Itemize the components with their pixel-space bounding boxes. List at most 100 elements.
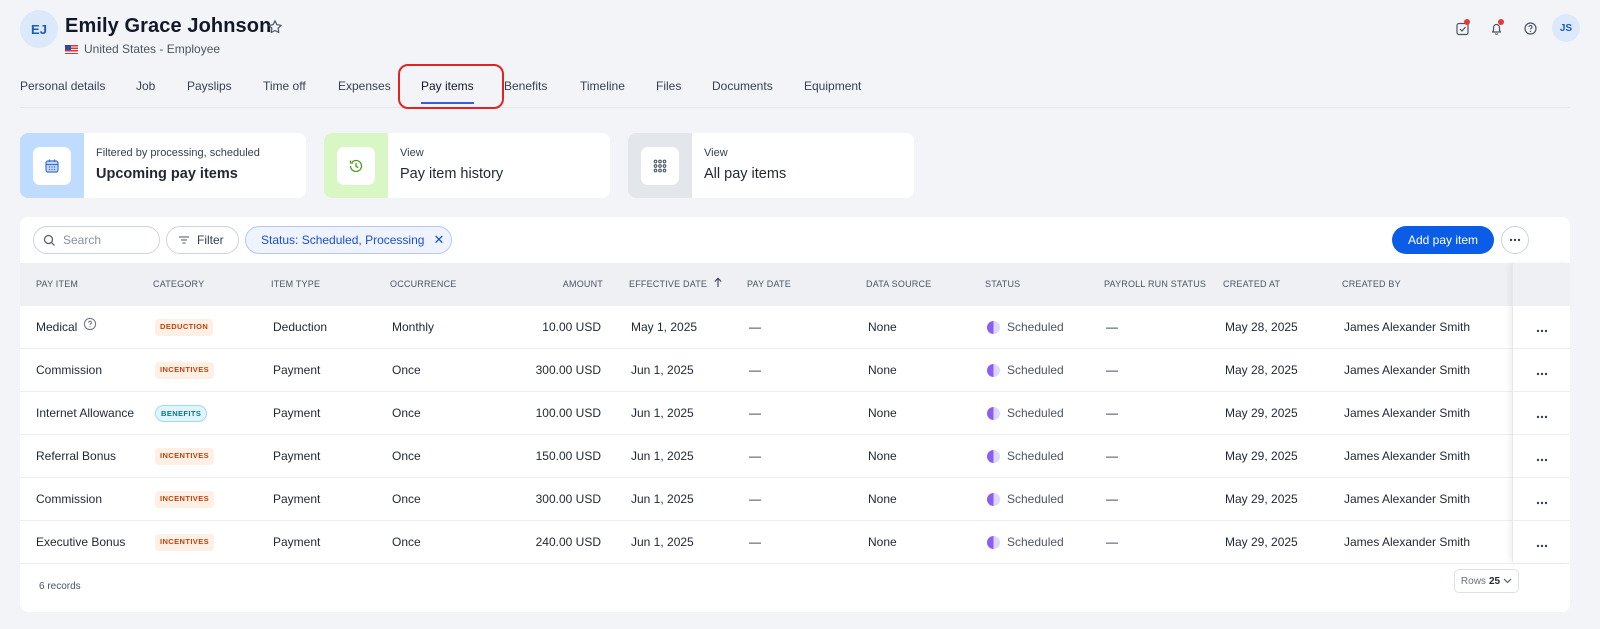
created-at-cell: May 29, 2025 — [1225, 492, 1298, 506]
category-badge: INCENTIVES — [155, 448, 215, 466]
amount-cell: 150.00 USD — [535, 449, 601, 463]
created-by-cell: James Alexander Smith — [1344, 320, 1471, 334]
tab-files[interactable]: Files — [656, 79, 681, 93]
item-type-cell: Deduction — [273, 320, 328, 334]
actions-column — [1512, 263, 1570, 562]
amount-cell: 100.00 USD — [535, 406, 601, 420]
column-header[interactable]: CREATED BY — [1342, 263, 1401, 306]
effective-date-cell: Jun 1, 2025 — [631, 492, 694, 506]
tab-pay-items[interactable]: Pay items — [421, 79, 474, 104]
status-filter-chip[interactable]: Status: Scheduled, Processing ✕ — [245, 226, 452, 254]
help-icon[interactable] — [83, 306, 97, 349]
card-subtitle: View — [704, 147, 728, 159]
table-body: Medical DEDUCTION Deduction Monthly 10.00 US… — [20, 306, 1570, 564]
upcoming-pay-items-card[interactable]: Filtered by processing, scheduled Upcomi… — [20, 133, 306, 198]
table-row[interactable]: Commission INCENTIVES Payment Once 300.00 US… — [20, 349, 1570, 392]
category-cell: BENEFITS — [155, 392, 208, 435]
payroll-run-status-cell: — — [1106, 363, 1118, 377]
payroll-run-status-cell: — — [1106, 449, 1118, 463]
column-header[interactable]: PAY ITEM — [36, 263, 78, 306]
occurrence-cell: Once — [392, 406, 421, 420]
data-source-cell: None — [868, 320, 897, 334]
item-type-cell: Payment — [273, 535, 321, 549]
column-header[interactable]: PAY DATE — [747, 263, 791, 306]
employee-name: Emily Grace Johnson — [65, 15, 272, 37]
status-cell: Scheduled — [987, 392, 1064, 435]
tab-benefits[interactable]: Benefits — [504, 79, 547, 93]
status-cell: Scheduled — [987, 349, 1064, 392]
category-cell: INCENTIVES — [155, 435, 215, 478]
status-text: Scheduled — [1007, 320, 1064, 334]
status-text: Scheduled — [1007, 406, 1064, 420]
top-icons: JS — [1450, 14, 1580, 42]
filter-button[interactable]: Filter — [166, 226, 239, 254]
data-source-cell: None — [868, 449, 897, 463]
created-by-cell: James Alexander Smith — [1344, 363, 1471, 377]
table-row[interactable]: Medical DEDUCTION Deduction Monthly 10.00 US… — [20, 306, 1570, 349]
pay-date-cell: — — [749, 449, 761, 463]
tab-job[interactable]: Job — [136, 79, 155, 93]
column-header[interactable]: CATEGORY — [153, 263, 204, 306]
pay-item-name: Internet Allowance — [36, 406, 135, 420]
column-header[interactable]: PAYROLL RUN STATUS — [1104, 263, 1206, 306]
table-row[interactable]: Internet Allowance BENEFITS Payment Once 100… — [20, 392, 1570, 435]
pay-item-history-card[interactable]: View Pay item history — [324, 133, 610, 198]
pay-item-name: Commission — [36, 363, 103, 377]
all-pay-items-card[interactable]: View All pay items — [628, 133, 914, 198]
pay-item-name: Referral Bonus — [36, 449, 117, 463]
tab-timeline[interactable]: Timeline — [580, 79, 625, 93]
column-header-sorted[interactable]: EFFECTIVE DATE — [629, 263, 723, 306]
table-row[interactable]: Executive Bonus INCENTIVES Payment Once 240.… — [20, 521, 1570, 564]
tab-personal-details[interactable]: Personal details — [20, 79, 105, 93]
bell-icon[interactable] — [1484, 16, 1508, 40]
effective-date-cell: Jun 1, 2025 — [631, 406, 694, 420]
category-cell: INCENTIVES — [155, 349, 215, 392]
column-header[interactable]: CREATED AT — [1223, 263, 1280, 306]
status-half-circle-icon — [987, 493, 1000, 507]
card-icon-panel — [628, 133, 692, 198]
tab-expenses[interactable]: Expenses — [338, 79, 391, 93]
pay-date-cell: — — [749, 320, 761, 334]
card-title: Upcoming pay items — [96, 166, 238, 182]
category-badge: INCENTIVES — [155, 491, 215, 509]
pay-date-cell: — — [749, 363, 761, 377]
table-row[interactable]: Referral Bonus INCENTIVES Payment Once 150.0… — [20, 435, 1570, 478]
column-header[interactable]: OCCURRENCE — [390, 263, 457, 306]
employee-header: EJ Emily Grace Johnson United States - E… — [20, 10, 1580, 62]
category-badge: INCENTIVES — [155, 534, 215, 552]
status-text: Scheduled — [1007, 363, 1064, 377]
employee-subtitle: United States - Employee — [65, 42, 220, 56]
status-half-circle-icon — [987, 321, 1000, 335]
help-icon[interactable] — [1518, 16, 1542, 40]
card-title: Pay item history — [400, 166, 504, 182]
created-by-cell: James Alexander Smith — [1344, 535, 1471, 549]
user-avatar[interactable]: JS — [1552, 14, 1580, 42]
search-placeholder: Search — [63, 233, 102, 247]
status-cell: Scheduled — [987, 478, 1064, 521]
tab-payslips[interactable]: Payslips — [187, 79, 232, 93]
more-options-button[interactable] — [1501, 226, 1529, 254]
star-icon[interactable] — [267, 19, 283, 35]
column-header[interactable]: ITEM TYPE — [271, 263, 320, 306]
rows-per-page-select[interactable]: Rows 25 — [1454, 569, 1519, 593]
tasks-icon[interactable] — [1450, 16, 1474, 40]
sort-ascending-icon — [714, 277, 722, 287]
status-text: Scheduled — [1007, 535, 1064, 549]
add-pay-item-button[interactable]: Add pay item — [1392, 226, 1494, 254]
filter-label: Filter — [197, 233, 224, 247]
tab-time-off[interactable]: Time off — [263, 79, 306, 93]
close-icon[interactable]: ✕ — [433, 232, 444, 248]
pay-item-cell: Referral Bonus — [36, 435, 116, 478]
table-header: PAY ITEM CATEGORY ITEM TYPE OCCURRENCE A… — [20, 263, 1570, 306]
tab-equipment[interactable]: Equipment — [804, 79, 861, 93]
payroll-run-status-cell: — — [1106, 320, 1118, 334]
status-half-circle-icon — [987, 364, 1000, 378]
table-row[interactable]: Commission INCENTIVES Payment Once 300.00 US… — [20, 478, 1570, 521]
column-header[interactable]: AMOUNT — [520, 263, 603, 306]
column-header[interactable]: DATA SOURCE — [866, 263, 931, 306]
occurrence-cell: Once — [392, 535, 421, 549]
tab-documents[interactable]: Documents — [712, 79, 773, 93]
column-header[interactable]: STATUS — [985, 263, 1020, 306]
item-type-cell: Payment — [273, 449, 321, 463]
search-input[interactable]: Search — [33, 226, 160, 254]
